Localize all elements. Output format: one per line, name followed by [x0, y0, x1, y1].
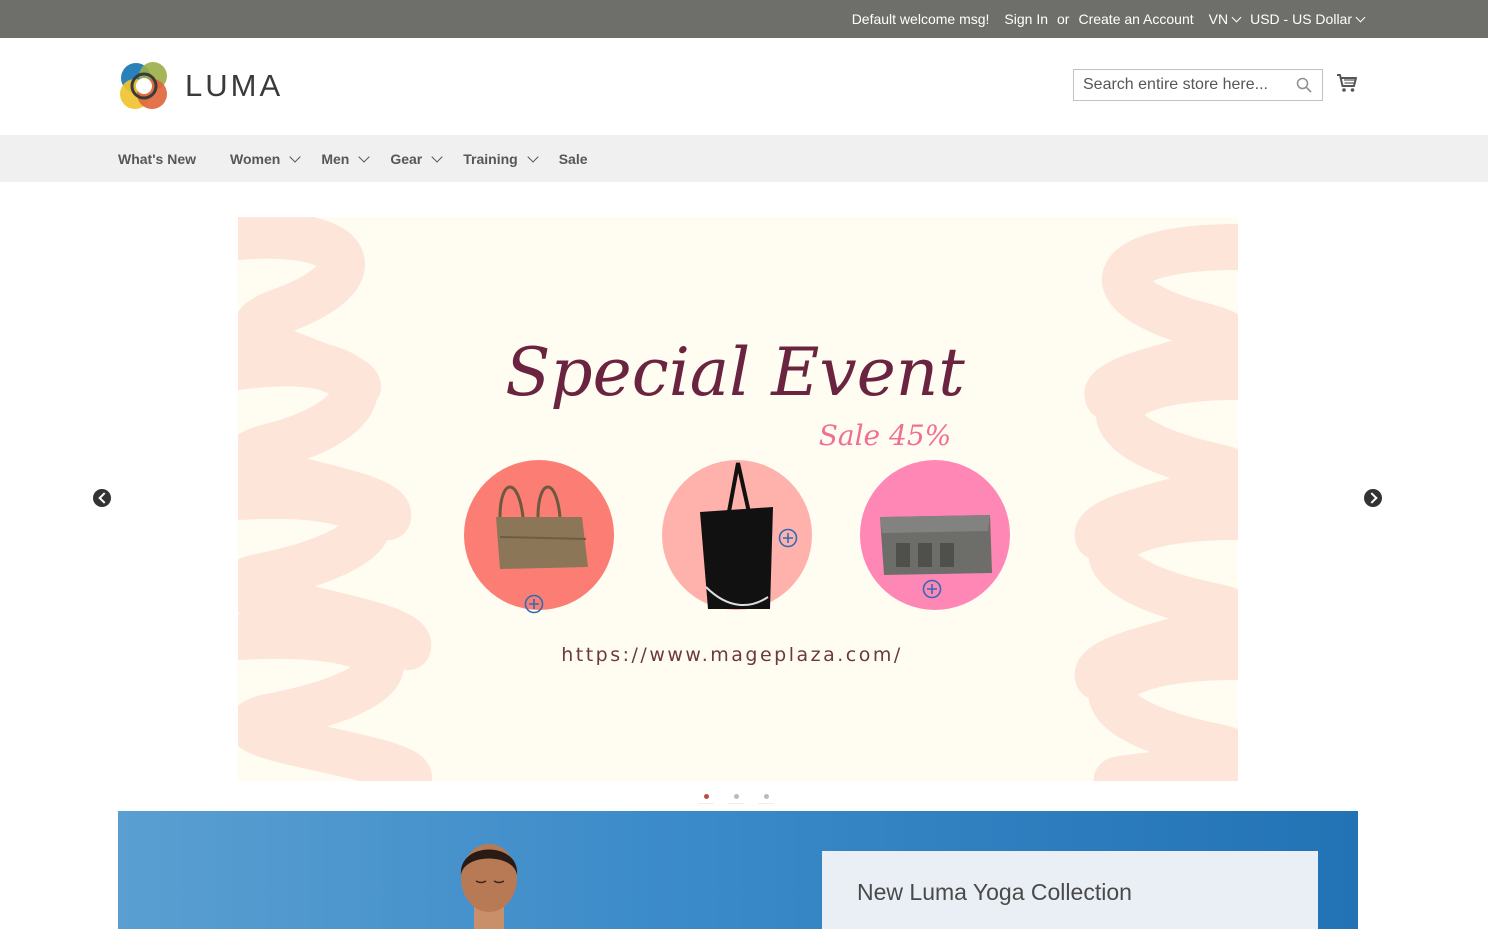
- nav-item-men[interactable]: Men: [321, 150, 370, 167]
- nav-item-label: Sale: [558, 150, 588, 167]
- language-label: VN: [1208, 11, 1229, 27]
- main-navigation: What's New Women Men Gear Training Sale: [0, 135, 1488, 182]
- nav-item-label: Men: [321, 150, 350, 167]
- sign-in-link[interactable]: Sign In: [1004, 11, 1048, 27]
- nav-item-gear[interactable]: Gear: [390, 150, 443, 167]
- promo-banner[interactable]: New Luma Yoga Collection: [118, 811, 1358, 929]
- promo-title: New Luma Yoga Collection: [857, 879, 1132, 905]
- create-account-link[interactable]: Create an Account: [1078, 11, 1193, 27]
- chevron-down-icon: [358, 150, 370, 163]
- search-input[interactable]: [1074, 70, 1289, 100]
- slider-next-icon[interactable]: [1364, 489, 1382, 507]
- nav-item-label: Women: [230, 150, 281, 167]
- grey-bag-image: [880, 515, 992, 575]
- cart-icon[interactable]: [1336, 72, 1358, 94]
- yoga-model-image: [460, 844, 518, 929]
- nav-item-women[interactable]: Women: [230, 150, 301, 167]
- or-text: or: [1057, 11, 1070, 27]
- chevron-down-icon: [1355, 12, 1366, 22]
- nav-item-label: Training: [463, 150, 518, 167]
- banner-slide[interactable]: Special Event Sale 45% https://www.magep…: [238, 217, 1238, 781]
- promo-box: New Luma Yoga Collection: [822, 851, 1318, 929]
- slider-dot-2[interactable]: [728, 790, 744, 804]
- slider-prev-icon[interactable]: [93, 489, 111, 507]
- banner-artwork: Special Event Sale 45% https://www.magep…: [238, 217, 1238, 781]
- slider-dot-3[interactable]: [758, 790, 774, 804]
- header-links: Default welcome msg! Sign In or Create a…: [851, 0, 1366, 38]
- welcome-message: Default welcome msg!: [851, 11, 990, 27]
- slide-url: https://www.mageplaza.com/: [561, 644, 903, 666]
- currency-label: USD - US Dollar: [1250, 11, 1352, 27]
- chevron-down-icon: [1231, 12, 1242, 22]
- logo-text: LUMA: [185, 68, 284, 103]
- luma-logo-icon: [120, 62, 167, 109]
- slide-headline: Special Event: [505, 334, 965, 411]
- chevron-down-icon: [289, 150, 301, 163]
- nav-item-label: What's New: [118, 150, 197, 167]
- currency-switcher[interactable]: USD - US Dollar: [1250, 11, 1366, 27]
- nav-item-training[interactable]: Training: [463, 150, 539, 167]
- nav-item-sale[interactable]: Sale: [559, 151, 588, 167]
- logo-link[interactable]: LUMA: [118, 60, 283, 112]
- chevron-down-icon: [431, 150, 443, 163]
- site-header: LUMA: [0, 38, 1488, 135]
- nav-item-label: Gear: [390, 150, 423, 167]
- search-icon[interactable]: [1296, 77, 1312, 93]
- nav-item-whats-new[interactable]: What's New: [118, 151, 196, 167]
- chevron-down-icon: [527, 150, 539, 163]
- right-brush-strokes: [1074, 224, 1238, 781]
- search-box: [1073, 69, 1323, 101]
- left-brush-strokes: [238, 217, 433, 781]
- slider-dot-1[interactable]: [698, 790, 714, 804]
- slider-dots: [698, 790, 774, 804]
- slide-sale-text: Sale 45%: [819, 419, 952, 452]
- language-switcher[interactable]: VN: [1208, 11, 1242, 27]
- top-bar: Default welcome msg! Sign In or Create a…: [0, 0, 1488, 38]
